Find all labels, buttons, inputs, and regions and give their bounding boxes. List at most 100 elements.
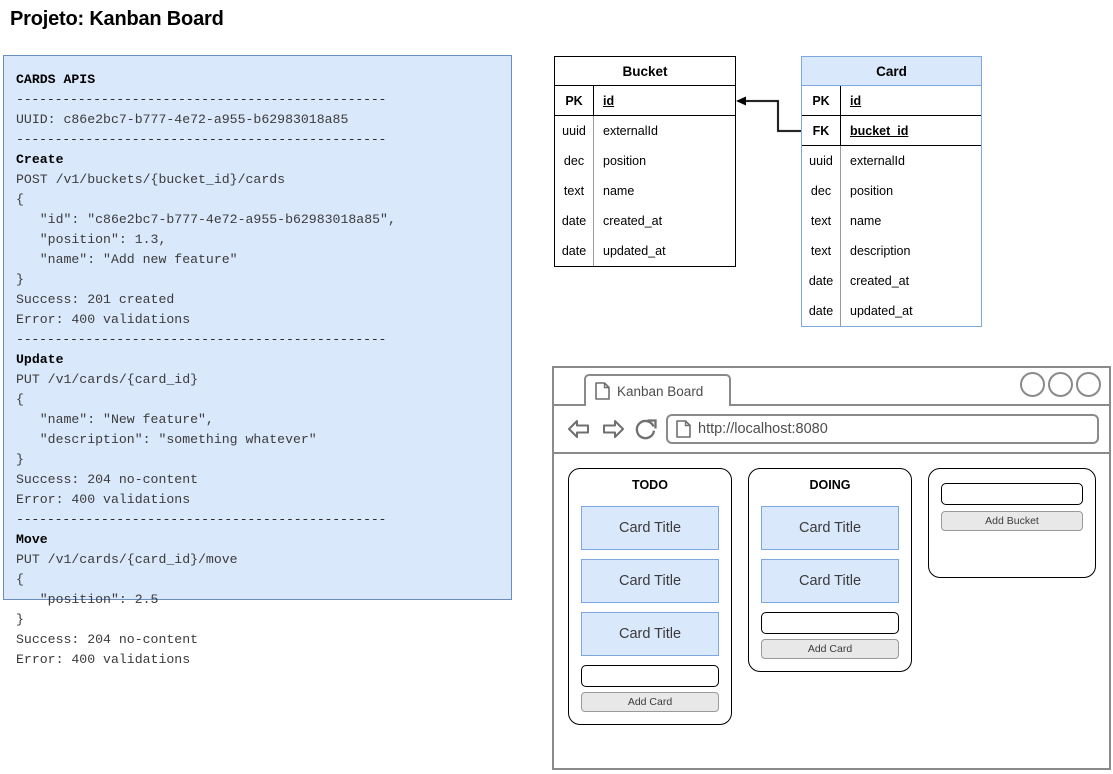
api-spec-line: Success: 201 created bbox=[16, 292, 175, 307]
er-row: date updated_at bbox=[802, 296, 981, 326]
add-bucket-panel: Add Bucket bbox=[928, 468, 1096, 578]
page-title: Projeto: Kanban Board bbox=[10, 8, 224, 30]
api-spec-line: Update bbox=[16, 352, 64, 367]
page-icon bbox=[676, 420, 691, 438]
kanban-column-title: DOING bbox=[809, 478, 851, 492]
back-arrow-icon[interactable] bbox=[566, 417, 592, 441]
api-spec-line: ----------------------------------------… bbox=[16, 92, 387, 107]
kanban-card[interactable]: Card Title bbox=[761, 506, 899, 550]
er-table-bucket-title: Bucket bbox=[555, 57, 735, 86]
er-row-type: uuid bbox=[555, 116, 594, 146]
er-row-name: position bbox=[603, 154, 647, 168]
api-spec-line: "position": 1.3, bbox=[16, 232, 167, 247]
api-spec-line: "name": "Add new feature" bbox=[16, 252, 238, 267]
er-table-card-rows: PK id FK bucket_id uuid externalId dec position… bbox=[802, 86, 981, 326]
kanban-column-todo: TODO Card Title Card Title Card Title Add Ca… bbox=[568, 468, 732, 725]
api-spec-line: PUT /v1/cards/{card_id}/move bbox=[16, 552, 238, 567]
api-spec-line: Error: 400 validations bbox=[16, 652, 191, 667]
kanban-card[interactable]: Card Title bbox=[761, 559, 899, 603]
er-row-type: PK bbox=[555, 86, 594, 115]
api-spec-line: "name": "New feature", bbox=[16, 412, 214, 427]
api-spec-line: Create bbox=[16, 152, 64, 167]
api-spec-line: Move bbox=[16, 532, 48, 547]
browser-tab[interactable]: Kanban Board bbox=[584, 374, 731, 406]
er-row-name: position bbox=[850, 184, 894, 198]
window-minimize-button[interactable] bbox=[1020, 372, 1045, 397]
er-row-name: created_at bbox=[603, 214, 663, 228]
window-controls bbox=[1020, 372, 1101, 397]
er-row-name: updated_at bbox=[850, 304, 913, 318]
add-bucket-button[interactable]: Add Bucket bbox=[941, 511, 1083, 531]
er-row: text name bbox=[555, 176, 735, 206]
er-row-type: text bbox=[802, 236, 841, 266]
er-row-type: text bbox=[555, 176, 594, 206]
er-row: date updated_at bbox=[555, 236, 735, 266]
er-row-type: dec bbox=[555, 146, 594, 176]
kanban-column-title: TODO bbox=[632, 478, 668, 492]
er-row-type: date bbox=[802, 266, 841, 296]
api-spec-line: { bbox=[16, 392, 24, 407]
er-row-type: FK bbox=[802, 116, 841, 145]
browser-viewport: TODO Card Title Card Title Card Title Add Ca… bbox=[554, 454, 1109, 766]
er-row-name: name bbox=[603, 184, 635, 198]
er-row-name: externalId bbox=[603, 124, 658, 138]
api-spec-line: } bbox=[16, 452, 24, 467]
er-row: FK bucket_id bbox=[802, 116, 981, 146]
browser-tab-label: Kanban Board bbox=[617, 383, 704, 399]
api-spec-line: } bbox=[16, 272, 24, 287]
api-spec-line: ----------------------------------------… bbox=[16, 512, 387, 527]
api-spec-line: "id": "c86e2bc7-b777-4e72-a955-b62983018… bbox=[16, 212, 396, 227]
url-input[interactable]: http://localhost:8080 bbox=[666, 414, 1099, 444]
kanban-column-doing: DOING Card Title Card Title Add Card bbox=[748, 468, 912, 672]
er-row: PK id bbox=[555, 86, 735, 116]
api-spec-line: Error: 400 validations bbox=[16, 312, 191, 327]
browser-toolbar: http://localhost:8080 bbox=[554, 406, 1109, 454]
browser-window-mockup: Kanban Board http://localhost:8080 TODO C bbox=[552, 366, 1111, 770]
add-card-button[interactable]: Add Card bbox=[761, 639, 899, 659]
new-bucket-input[interactable] bbox=[941, 483, 1083, 505]
api-spec-line: POST /v1/buckets/{bucket_id}/cards bbox=[16, 172, 286, 187]
kanban-card[interactable]: Card Title bbox=[581, 506, 719, 550]
api-spec-line: { bbox=[16, 192, 24, 207]
er-row: PK id bbox=[802, 86, 981, 116]
api-spec-line: Error: 400 validations bbox=[16, 492, 191, 507]
new-card-input[interactable] bbox=[761, 612, 899, 634]
er-row-type: PK bbox=[802, 86, 841, 115]
reload-icon[interactable] bbox=[634, 417, 658, 441]
er-row: date created_at bbox=[802, 266, 981, 296]
er-row-type: date bbox=[555, 236, 594, 266]
cards-apis-panel: CARDS APIS ------------------------------… bbox=[3, 55, 512, 667]
kanban-card[interactable]: Card Title bbox=[581, 559, 719, 603]
er-row-name: description bbox=[850, 244, 911, 258]
er-row: dec position bbox=[555, 146, 735, 176]
er-row-type: uuid bbox=[802, 146, 841, 176]
add-card-button[interactable]: Add Card bbox=[581, 692, 719, 712]
page-icon bbox=[595, 382, 610, 400]
api-spec-line: ----------------------------------------… bbox=[16, 332, 387, 347]
er-table-bucket: Bucket PK id uuid externalId dec position text… bbox=[554, 56, 736, 267]
window-maximize-button[interactable] bbox=[1048, 372, 1073, 397]
window-close-button[interactable] bbox=[1076, 372, 1101, 397]
er-row-type: date bbox=[555, 206, 594, 236]
kanban-board: TODO Card Title Card Title Card Title Add Ca… bbox=[568, 468, 1109, 725]
er-row-name: externalId bbox=[850, 154, 905, 168]
api-spec-line: { bbox=[16, 572, 24, 587]
er-row-name: name bbox=[850, 214, 882, 228]
er-row: dec position bbox=[802, 176, 981, 206]
er-table-card-title: Card bbox=[802, 57, 981, 86]
api-spec-text: CARDS APIS ------------------------------… bbox=[16, 70, 499, 670]
api-spec-line: } bbox=[16, 612, 24, 627]
forward-arrow-icon[interactable] bbox=[600, 417, 626, 441]
new-card-input[interactable] bbox=[581, 665, 719, 687]
api-spec-line: PUT /v1/cards/{card_id} bbox=[16, 372, 199, 387]
er-row: date created_at bbox=[555, 206, 735, 236]
api-spec-line: Success: 204 no-content bbox=[16, 472, 199, 487]
kanban-card[interactable]: Card Title bbox=[581, 612, 719, 656]
er-row-type: date bbox=[802, 296, 841, 326]
er-row-name: id bbox=[850, 94, 862, 108]
er-row-name: id bbox=[603, 94, 615, 108]
er-row: text name bbox=[802, 206, 981, 236]
api-spec-line: Success: 204 no-content bbox=[16, 632, 199, 647]
er-row: text description bbox=[802, 236, 981, 266]
er-row-name: created_at bbox=[850, 274, 910, 288]
